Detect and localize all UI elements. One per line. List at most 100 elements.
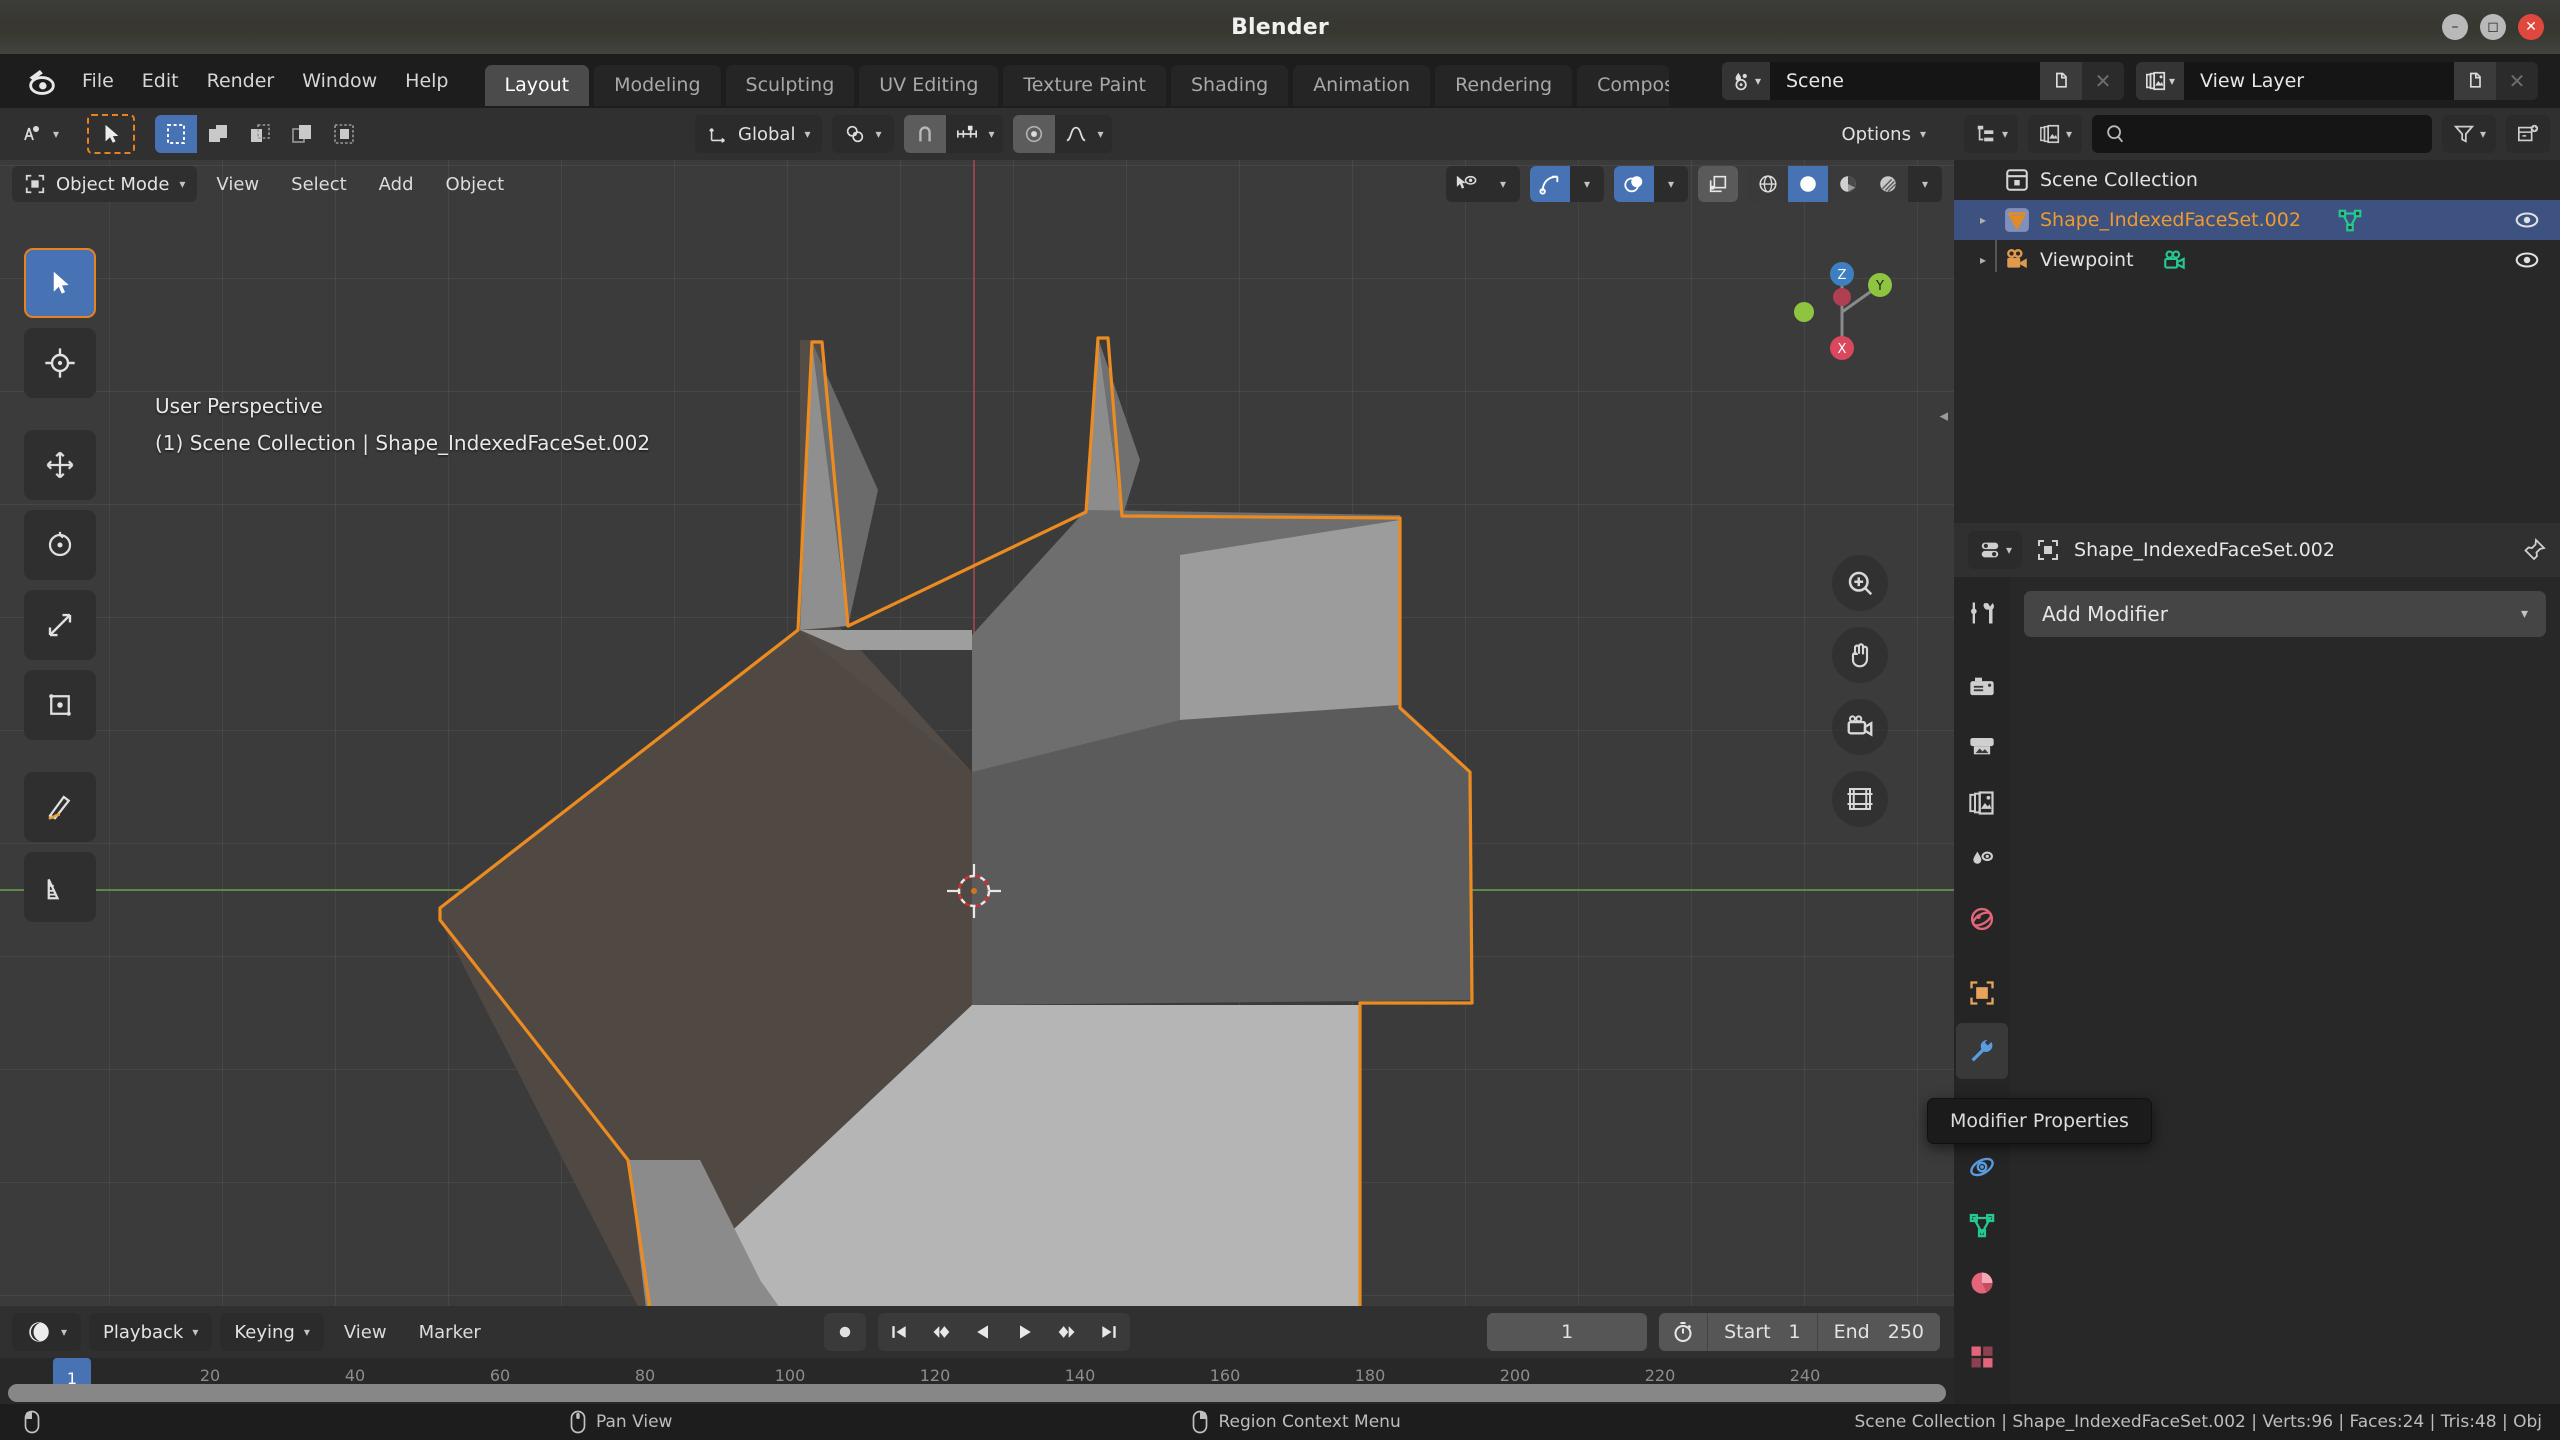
viewport-options-button[interactable]: Options ▾ (1827, 115, 1940, 153)
viewport-menu-view[interactable]: View (203, 167, 272, 202)
viewport-menu-object[interactable]: Object (433, 167, 518, 202)
chevron-down-icon[interactable]: ▾ (1908, 166, 1942, 202)
camera-data-icon[interactable] (2162, 247, 2188, 273)
sidebar-collapse-icon[interactable]: ◂ (1939, 406, 1948, 426)
ortho-persp-toggle-icon[interactable] (1832, 771, 1888, 827)
world-tab[interactable] (1956, 891, 2008, 947)
scale-tool-icon[interactable] (24, 590, 96, 660)
cursor-tool-icon[interactable] (24, 328, 96, 398)
proportional-icon[interactable] (1012, 115, 1055, 153)
chevron-right-icon[interactable]: ▸ (1972, 253, 1994, 267)
prev-keyframe-icon[interactable] (920, 1313, 962, 1351)
measure-tool-icon[interactable] (24, 852, 96, 922)
scene-icon[interactable]: ▾ (1722, 62, 1770, 100)
tab-sculpting[interactable]: Sculpting (725, 64, 855, 106)
timeline-menu-view[interactable]: View (332, 1315, 399, 1350)
render-tab[interactable] (1956, 659, 2008, 715)
tool-tab[interactable] (1956, 585, 2008, 641)
horizontal-scrollbar[interactable] (8, 1384, 1946, 1402)
select-box-icon[interactable] (155, 115, 198, 153)
visibility-eye-icon[interactable] (2514, 207, 2540, 233)
outliner-row-scene-collection[interactable]: Scene Collection (1954, 160, 2560, 200)
modifier-tab[interactable] (1956, 1023, 2008, 1079)
menu-file[interactable]: File (68, 63, 128, 99)
camera-view-icon[interactable] (1832, 699, 1888, 755)
falloff-smooth-icon[interactable]: ▾ (1054, 115, 1112, 153)
shading-material-icon[interactable] (1828, 166, 1868, 202)
timeline-menu-marker[interactable]: Marker (407, 1315, 493, 1350)
stopwatch-icon[interactable] (1659, 1313, 1707, 1351)
close-icon[interactable]: ✕ (2518, 14, 2544, 40)
frame-start-field[interactable]: Start 1 (1707, 1313, 1817, 1351)
menu-window[interactable]: Window (288, 63, 391, 99)
transform-orientation-dropdown[interactable]: Global ▾ (695, 115, 823, 153)
texture-tab[interactable] (1956, 1329, 2008, 1385)
scene-name[interactable]: Scene (1770, 62, 2040, 100)
viewport-menu-select[interactable]: Select (278, 167, 360, 202)
xray-toggle-icon[interactable] (1698, 166, 1738, 202)
constraints-tab[interactable] (1956, 1197, 2008, 1253)
x-icon[interactable]: ✕ (2496, 62, 2538, 100)
outliner-id-type-icon[interactable]: ▾ (2028, 115, 2083, 153)
viewport-menu-add[interactable]: Add (366, 167, 427, 202)
pan-hand-icon[interactable] (1832, 627, 1888, 683)
maximize-icon[interactable]: ◻ (2480, 14, 2506, 40)
tab-compositing[interactable]: Compos (1577, 64, 1670, 106)
shading-rendered-icon[interactable] (1868, 166, 1908, 202)
jump-start-icon[interactable] (878, 1313, 920, 1351)
tab-layout[interactable]: Layout (484, 64, 590, 106)
pivot-point-dropdown[interactable]: ▾ (832, 115, 894, 153)
tweak-tool-icon[interactable] (24, 248, 96, 318)
minimize-icon[interactable]: – (2442, 14, 2468, 40)
chevron-down-icon[interactable]: ▾ (1654, 166, 1688, 202)
current-frame-field[interactable]: 1 (1487, 1313, 1648, 1351)
timeline-editor-icon[interactable]: ▾ (12, 1313, 82, 1351)
select-invert-icon[interactable] (281, 115, 324, 153)
overlays-icon[interactable] (1614, 166, 1654, 202)
chevron-right-icon[interactable]: ▸ (1972, 213, 1994, 227)
scene-selector[interactable]: ▾ Scene ✕ (1722, 62, 2124, 100)
physics-tab[interactable] (1956, 1139, 2008, 1195)
object-tab[interactable] (1956, 965, 2008, 1021)
object-mode-dropdown[interactable]: Object Mode ▾ (12, 166, 198, 202)
shading-wireframe-icon[interactable] (1748, 166, 1788, 202)
outliner-display-mode-icon[interactable]: ▾ (1964, 115, 2019, 153)
menu-edit[interactable]: Edit (128, 63, 193, 99)
menu-render[interactable]: Render (193, 63, 289, 99)
outliner-row-viewpoint[interactable]: ▸ Viewpoint (1954, 240, 2560, 280)
jump-end-icon[interactable] (1088, 1313, 1130, 1351)
mesh-data-icon[interactable] (2337, 207, 2363, 233)
duplicate-icon[interactable] (2040, 62, 2082, 100)
play-reverse-icon[interactable] (962, 1313, 1004, 1351)
properties-editor-icon[interactable]: ▾ (1968, 531, 2023, 569)
rotate-tool-icon[interactable] (24, 510, 96, 580)
select-subtract-icon[interactable] (239, 115, 282, 153)
annotate-tool-icon[interactable] (24, 772, 96, 842)
view-layer-selector[interactable]: ▾ View Layer ✕ (2136, 62, 2538, 100)
zoom-icon[interactable] (1832, 555, 1888, 611)
tab-modeling[interactable]: Modeling (594, 64, 721, 106)
3d-viewport[interactable]: User Perspective (1) Scene Collection | … (0, 160, 1954, 1306)
tab-shading[interactable]: Shading (1171, 64, 1289, 106)
select-cursor-icon[interactable] (87, 114, 136, 154)
view-layer-icon[interactable]: ▾ (2136, 62, 2184, 100)
tab-texture-paint[interactable]: Texture Paint (1003, 64, 1166, 106)
duplicate-icon[interactable] (2454, 62, 2496, 100)
object-visibility-icon[interactable] (1446, 166, 1486, 202)
x-icon[interactable]: ✕ (2082, 62, 2124, 100)
visibility-eye-icon[interactable] (2514, 247, 2540, 273)
navigation-gizmo[interactable]: Z Y X (1782, 252, 1902, 372)
play-icon[interactable] (1004, 1313, 1046, 1351)
pin-icon[interactable] (2522, 538, 2546, 562)
view-layer-name[interactable]: View Layer (2184, 62, 2454, 100)
tab-animation[interactable]: Animation (1293, 64, 1431, 106)
output-tab[interactable] (1956, 717, 2008, 773)
editor-type-3dview-icon[interactable]: ▾ (10, 115, 70, 153)
tab-rendering[interactable]: Rendering (1435, 64, 1573, 106)
select-extend-icon[interactable] (197, 115, 240, 153)
snap-increment-icon[interactable]: ▾ (945, 115, 1003, 153)
search-input[interactable] (2092, 115, 2432, 153)
add-modifier-button[interactable]: Add Modifier ▾ (2024, 591, 2546, 637)
shading-solid-icon[interactable] (1788, 166, 1828, 202)
keying-dropdown[interactable]: Keying ▾ (220, 1313, 324, 1351)
